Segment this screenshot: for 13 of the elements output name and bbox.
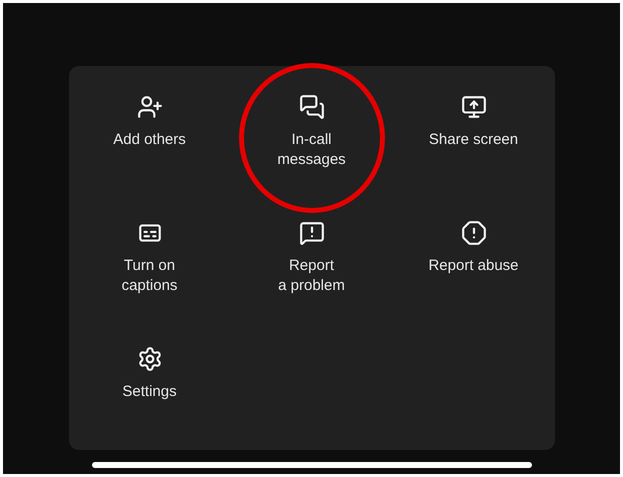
menu-item-label[interactable]: Report a problem (278, 256, 345, 296)
add-person-icon[interactable] (136, 94, 162, 120)
menu-item-label[interactable]: In-call messages (277, 130, 346, 170)
menu-item-label[interactable]: Add others (113, 130, 186, 150)
share-screen-icon[interactable] (460, 94, 486, 120)
menu-item-label[interactable]: Share screen (428, 130, 518, 150)
chat-bubbles-icon[interactable] (298, 94, 324, 120)
alert-octagon-icon[interactable] (460, 220, 486, 246)
menu-item-label[interactable]: Settings (122, 382, 177, 402)
menu-item-label[interactable]: Turn on captions (122, 256, 178, 296)
report-message-icon[interactable] (298, 220, 324, 246)
menu-item-label[interactable]: Report abuse (428, 256, 519, 276)
settings-icon[interactable] (136, 346, 162, 372)
